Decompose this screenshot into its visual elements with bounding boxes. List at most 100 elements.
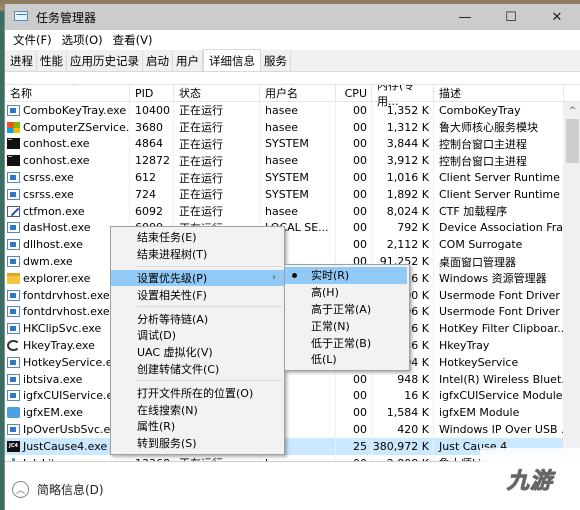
column-header-status[interactable]: 状态: [174, 85, 260, 102]
context-menu-item[interactable]: 调试(D): [111, 327, 284, 344]
cell-pid: 12872: [130, 152, 174, 170]
scroll-thumb[interactable]: [566, 119, 579, 163]
minimize-button[interactable]: —: [442, 4, 488, 30]
menu-options[interactable]: 选项(O): [57, 32, 108, 48]
cell-name: conhost.exe: [5, 135, 130, 153]
cell-mem: 420 K: [372, 421, 434, 438]
column-header-user[interactable]: 用户名: [260, 85, 336, 102]
context-menu-item[interactable]: 在线搜索(N): [111, 401, 284, 418]
toolbar-spacer: [5, 72, 580, 85]
context-menu-item[interactable]: 打开文件所在的位置(O): [111, 384, 284, 401]
tab-app-history[interactable]: 应用历史记录: [67, 51, 143, 71]
context-menu-item[interactable]: 转到服务(S): [111, 435, 284, 452]
generic-process-icon: [7, 188, 20, 200]
process-name: HotkeyService.ex: [23, 355, 119, 369]
cell-desc: HkeyTray: [434, 337, 564, 354]
table-row[interactable]: conhost.exe 12872 正在运行 hasee 00 3,912 K 控制台窗口主…: [5, 152, 564, 170]
tab-details[interactable]: 详细信息: [203, 49, 261, 71]
menu-file[interactable]: 文件(F): [8, 32, 57, 48]
tab-users[interactable]: 用户: [173, 51, 203, 71]
cell-name: ComputerZService...: [5, 118, 130, 136]
context-menu-item[interactable]: 设置相关性(F): [111, 286, 284, 303]
menu-item-label: 在线搜索(N): [137, 403, 198, 417]
menu-item-label: 创建转储文件(C): [137, 362, 220, 376]
cell-pid: 612: [130, 169, 174, 186]
cell-cpu: 00: [336, 102, 372, 119]
column-header-pid[interactable]: PID: [130, 85, 174, 102]
column-header-cpu[interactable]: CPU: [336, 85, 372, 102]
column-header-memory[interactable]: 内存(专用...: [372, 85, 434, 108]
process-name: HkeyTray.exe: [23, 339, 95, 353]
scroll-up-arrow-icon[interactable]: ^: [564, 102, 580, 119]
console-process-icon: [7, 155, 20, 167]
table-row[interactable]: ComboKeyTray.exe 10400 正在运行 hasee 00 1,352 KC…: [5, 102, 564, 119]
cell-status: 正在运行: [174, 169, 260, 186]
cell-name: ComboKeyTray.exe: [5, 102, 130, 119]
tab-startup[interactable]: 启动: [143, 51, 173, 71]
cell-mem: 1,352 K: [372, 102, 434, 119]
close-button[interactable]: ✕: [534, 4, 580, 30]
table-row[interactable]: ctfmon.exe 6092 正在运行 hasee 00 8,024 K CTF 加载程序: [5, 202, 564, 220]
context-menu-item[interactable]: 结束任务(E): [111, 229, 284, 246]
menu-separator: [137, 306, 282, 308]
table-row[interactable]: csrss.exe 612 正在运行 SYSTEM 00 1,016 K Client Se…: [5, 169, 564, 186]
cell-user: hasee: [260, 102, 336, 119]
tab-processes[interactable]: 进程: [7, 51, 37, 71]
priority-submenu: 实时(R) 高(H) 高于正常(A) 正常(N) 低于正常(B) 低(L): [284, 264, 410, 371]
context-menu-item[interactable]: 设置优先级(P) ›: [111, 269, 284, 287]
priority-option[interactable]: 低于正常(B): [285, 334, 409, 351]
process-name: JustCause4.exe: [23, 439, 108, 453]
priority-option[interactable]: 正常(N): [285, 317, 409, 334]
table-header: ^ 名称 PID 状态 用户名 CPU 内存(专用... 描述: [5, 85, 580, 108]
cell-user: hasee: [260, 118, 336, 136]
cell-user: SYSTEM: [260, 185, 336, 203]
priority-label: 实时(R): [311, 269, 350, 283]
cell-mem: 3,844 K: [372, 135, 434, 153]
process-name: csrss.exe: [23, 171, 74, 185]
cell-mem: 1,584 K: [372, 404, 434, 422]
cell-name: conhost.exe: [5, 152, 130, 170]
winlogo-process-icon: [7, 121, 20, 133]
context-menu-item[interactable]: 创建转储文件(C): [111, 361, 284, 378]
process-name: fontdrvhost.exe: [23, 305, 110, 319]
process-name: conhost.exe: [23, 137, 90, 151]
watermark-logo: 九游: [506, 469, 553, 495]
maximize-button[interactable]: ☐: [488, 4, 534, 30]
vertical-scrollbar[interactable]: ^: [564, 102, 580, 461]
table-row[interactable]: csrss.exe 724 正在运行 SYSTEM 00 1,892 K Client Se…: [5, 185, 564, 203]
priority-option[interactable]: 实时(R): [285, 267, 407, 284]
process-name: ComputerZService...: [23, 120, 130, 134]
process-name: igfxCUIService.ex: [23, 389, 120, 403]
process-context-menu: 结束任务(E) 结束进程树(T) 设置优先级(P) › 设置相关性(F) 分析等待链(A)…: [110, 226, 285, 455]
fewer-details-toggle[interactable]: ︿ 简略信息(D): [5, 474, 104, 504]
title-bar[interactable]: 任务管理器 — ☐ ✕: [5, 4, 580, 30]
hkey-process-icon: [7, 340, 20, 352]
cell-pid: 6092: [130, 202, 174, 220]
cell-cpu: 00: [336, 185, 372, 203]
priority-option[interactable]: 低(L): [285, 351, 409, 368]
priority-option[interactable]: 高(H): [285, 284, 409, 301]
cell-status: 正在运行: [174, 202, 260, 220]
generic-process-icon: [7, 289, 20, 301]
tab-performance[interactable]: 性能: [37, 51, 67, 71]
cell-cpu: 00: [336, 118, 372, 136]
context-menu-item[interactable]: 属性(R): [111, 418, 284, 435]
context-menu-item[interactable]: 分析等待链(A): [111, 310, 284, 327]
menu-view[interactable]: 查看(V): [108, 32, 158, 48]
cell-mem: 16 K: [372, 387, 434, 405]
column-header-description[interactable]: 描述: [434, 85, 564, 102]
priority-option[interactable]: 高于正常(A): [285, 301, 409, 318]
table-row[interactable]: ComputerZService... 3680 正在运行 hasee 00 1,312 …: [5, 118, 564, 136]
chevron-up-circle-icon: ︿: [12, 480, 29, 498]
context-menu-item[interactable]: 结束进程树(T): [111, 246, 284, 263]
cell-mem: 792 K: [372, 219, 434, 237]
table-row[interactable]: conhost.exe 4864 正在运行 SYSTEM 00 3,844 K 控制台窗口主…: [5, 135, 564, 153]
cell-desc: COM Surrogate: [434, 236, 564, 254]
column-header-name[interactable]: 名称: [5, 85, 130, 102]
generic-process-icon: [7, 323, 20, 335]
tab-services[interactable]: 服务: [261, 51, 291, 71]
cell-cpu: 00: [336, 421, 372, 438]
cell-cpu: 00: [336, 202, 372, 220]
cell-user: SYSTEM: [260, 169, 336, 186]
context-menu-item[interactable]: UAC 虚拟化(V): [111, 344, 284, 361]
